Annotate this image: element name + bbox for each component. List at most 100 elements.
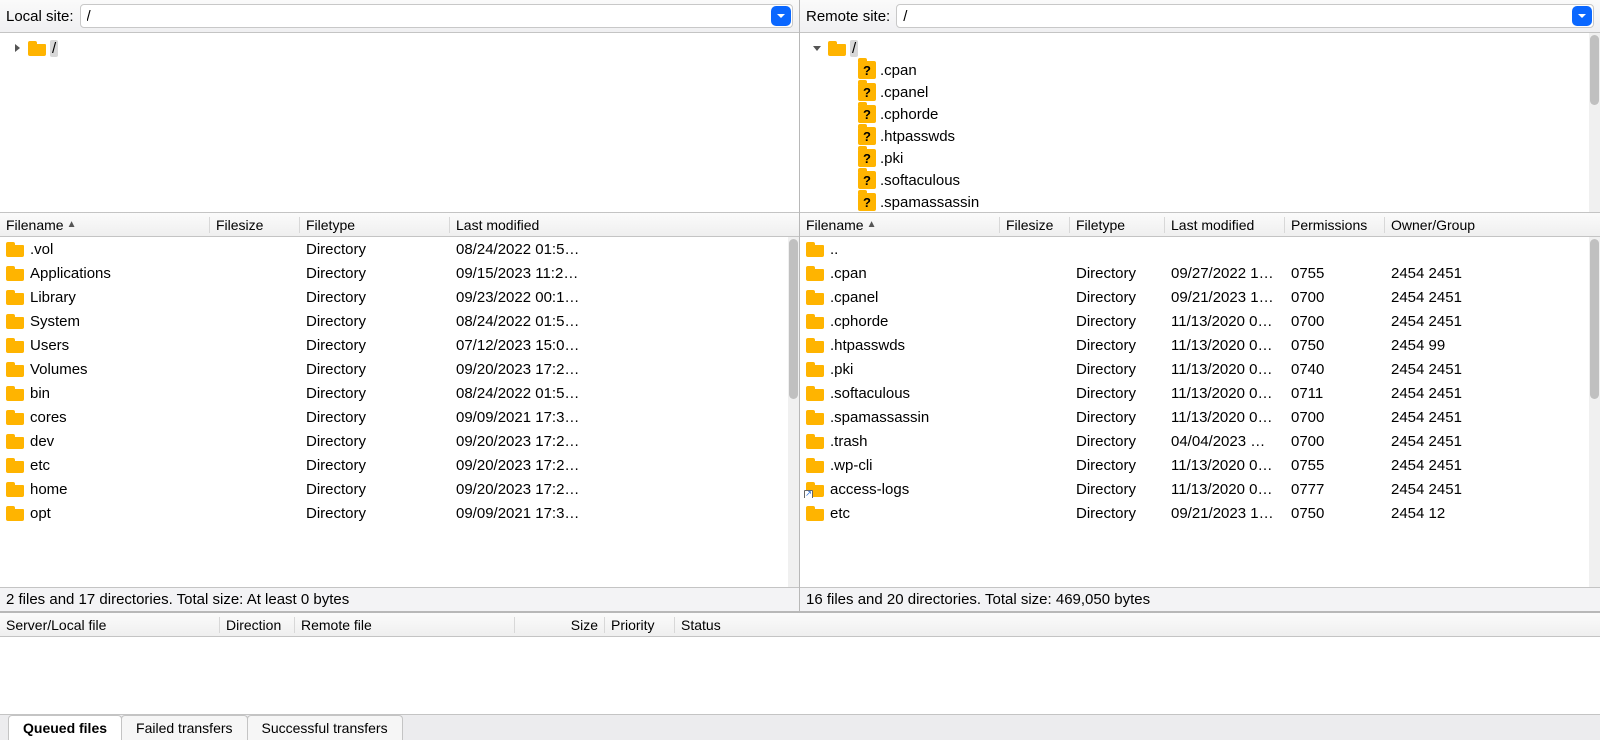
remote-tree-item[interactable]: ?.htpasswds — [810, 125, 1600, 147]
file-owner: 2454 2451 — [1385, 289, 1505, 306]
remote-tree-root[interactable]: / — [810, 37, 1600, 59]
remote-path-input[interactable] — [896, 4, 1594, 28]
remote-path-dropdown-button[interactable] — [1572, 6, 1592, 26]
remote-file-row[interactable]: etcDirectory09/21/2023 1…07502454 12 — [800, 501, 1589, 525]
remote-list-body[interactable]: ...cpanDirectory09/27/2022 1…07552454 24… — [800, 237, 1600, 587]
tree-collapse-icon[interactable] — [810, 41, 824, 55]
remote-file-row[interactable]: .pkiDirectory11/13/2020 0…07402454 2451 — [800, 357, 1589, 381]
remote-file-row[interactable]: .cpanDirectory09/27/2022 1…07552454 2451 — [800, 261, 1589, 285]
remote-col-modified[interactable]: Last modified — [1165, 217, 1285, 233]
tab-successful-transfers[interactable]: Successful transfers — [247, 715, 403, 740]
remote-file-row[interactable]: .. — [800, 237, 1589, 261]
local-col-filetype[interactable]: Filetype — [300, 217, 450, 233]
panels-container: Local site: / — [0, 0, 1600, 612]
local-file-row[interactable]: binDirectory08/24/2022 01:5… — [0, 381, 788, 405]
folder-icon — [806, 242, 824, 257]
file-name: Library — [30, 289, 76, 306]
local-file-row[interactable]: VolumesDirectory09/20/2023 17:2… — [0, 357, 788, 381]
local-path-input[interactable] — [80, 4, 793, 28]
remote-file-row[interactable]: .softaculousDirectory11/13/2020 0…071124… — [800, 381, 1589, 405]
local-col-modified[interactable]: Last modified — [450, 217, 600, 233]
local-file-row[interactable]: etcDirectory09/20/2023 17:2… — [0, 453, 788, 477]
file-modified: 08/24/2022 01:5… — [450, 313, 600, 330]
remote-col-filename[interactable]: Filename ▲ — [800, 217, 1000, 233]
local-file-row[interactable]: LibraryDirectory09/23/2022 00:1… — [0, 285, 788, 309]
file-owner: 2454 2451 — [1385, 361, 1505, 378]
remote-col-filetype[interactable]: Filetype — [1070, 217, 1165, 233]
local-list-body[interactable]: .volDirectory08/24/2022 01:5…Application… — [0, 237, 799, 587]
remote-file-row[interactable]: .cphordeDirectory11/13/2020 0…07002454 2… — [800, 309, 1589, 333]
file-modified: 09/09/2021 17:3… — [450, 409, 600, 426]
folder-icon — [6, 506, 24, 521]
file-modified: 09/20/2023 17:2… — [450, 433, 600, 450]
file-modified: 08/24/2022 01:5… — [450, 385, 600, 402]
remote-tree-item[interactable]: ?.cpan — [810, 59, 1600, 81]
remote-tree-item[interactable]: ?.pki — [810, 147, 1600, 169]
remote-tree-item[interactable]: ?.cphorde — [810, 103, 1600, 125]
file-type: Directory — [300, 433, 450, 450]
local-col-filename[interactable]: Filename ▲ — [0, 217, 210, 233]
local-file-row[interactable]: UsersDirectory07/12/2023 15:0… — [0, 333, 788, 357]
local-tree: / — [0, 33, 799, 63]
remote-file-row[interactable]: .trashDirectory04/04/2023 …07002454 2451 — [800, 429, 1589, 453]
local-file-row[interactable]: optDirectory09/09/2021 17:3… — [0, 501, 788, 525]
remote-tree-item[interactable]: ?.cpanel — [810, 81, 1600, 103]
file-name: .spamassassin — [830, 409, 929, 426]
queue-col-remote[interactable]: Remote file — [295, 617, 515, 633]
local-list-scrollbar[interactable] — [788, 237, 799, 587]
local-file-row[interactable]: .volDirectory08/24/2022 01:5… — [0, 237, 788, 261]
folder-icon — [6, 386, 24, 401]
queue-col-priority[interactable]: Priority — [605, 617, 675, 633]
queue-body[interactable] — [0, 637, 1600, 714]
remote-list-scrollbar[interactable] — [1589, 237, 1600, 587]
tree-expand-icon[interactable] — [10, 41, 24, 55]
remote-col-permissions[interactable]: Permissions — [1285, 217, 1385, 233]
remote-tree-item[interactable]: ?.softaculous — [810, 169, 1600, 191]
folder-icon — [828, 41, 846, 56]
file-name: Volumes — [30, 361, 88, 378]
file-modified: 11/13/2020 0… — [1165, 457, 1285, 474]
local-file-row[interactable]: homeDirectory09/20/2023 17:2… — [0, 477, 788, 501]
file-owner: 2454 2451 — [1385, 409, 1505, 426]
remote-file-row[interactable]: .wp-cliDirectory11/13/2020 0…07552454 24… — [800, 453, 1589, 477]
remote-pathbar: Remote site: — [800, 0, 1600, 33]
file-modified: 11/13/2020 0… — [1165, 337, 1285, 354]
local-col-filesize[interactable]: Filesize — [210, 217, 300, 233]
scrollbar-thumb[interactable] — [1590, 239, 1599, 399]
local-file-row[interactable]: coresDirectory09/09/2021 17:3… — [0, 405, 788, 429]
remote-col-filesize[interactable]: Filesize — [1000, 217, 1070, 233]
remote-tree-item[interactable]: ?.spamassassin — [810, 191, 1600, 213]
remote-list-headers: Filename ▲ Filesize Filetype Last modifi… — [800, 213, 1600, 237]
remote-file-row[interactable]: .htpasswdsDirectory11/13/2020 0…07502454… — [800, 333, 1589, 357]
scrollbar-thumb[interactable] — [1590, 35, 1599, 105]
remote-col-owner[interactable]: Owner/Group — [1385, 217, 1505, 233]
queue-col-direction[interactable]: Direction — [220, 617, 295, 633]
queue-col-size[interactable]: Size — [515, 617, 605, 633]
local-tree-root[interactable]: / — [10, 37, 799, 59]
queue-col-status[interactable]: Status — [675, 617, 1600, 633]
remote-file-row[interactable]: ↗access-logsDirectory11/13/2020 0…077724… — [800, 477, 1589, 501]
folder-icon — [806, 434, 824, 449]
folder-unknown-icon: ? — [858, 127, 876, 145]
queue-col-serverfile[interactable]: Server/Local file — [0, 617, 220, 633]
local-file-list: Filename ▲ Filesize Filetype Last modifi… — [0, 213, 799, 611]
file-name: .vol — [30, 241, 53, 258]
remote-file-row[interactable]: .cpanelDirectory09/21/2023 1…07002454 24… — [800, 285, 1589, 309]
file-name: opt — [30, 505, 51, 522]
folder-icon — [6, 410, 24, 425]
local-file-row[interactable]: SystemDirectory08/24/2022 01:5… — [0, 309, 788, 333]
tab-failed-transfers[interactable]: Failed transfers — [121, 715, 247, 740]
folder-icon — [28, 41, 46, 56]
local-file-row[interactable]: ApplicationsDirectory09/15/2023 11:2… — [0, 261, 788, 285]
folder-icon — [6, 242, 24, 257]
local-path-dropdown-button[interactable] — [771, 6, 791, 26]
remote-file-row[interactable]: .spamassassinDirectory11/13/2020 0…07002… — [800, 405, 1589, 429]
local-file-row[interactable]: devDirectory09/20/2023 17:2… — [0, 429, 788, 453]
local-tree-area[interactable]: / — [0, 33, 799, 213]
scrollbar-thumb[interactable] — [789, 239, 798, 399]
remote-tree-scrollbar[interactable] — [1589, 33, 1600, 212]
remote-tree-area[interactable]: / ?.cpan?.cpanel?.cphorde?.htpasswds?.pk… — [800, 33, 1600, 213]
sort-asc-icon: ▲ — [67, 219, 77, 230]
tab-queued-files[interactable]: Queued files — [8, 715, 122, 740]
folder-unknown-icon: ? — [858, 171, 876, 189]
